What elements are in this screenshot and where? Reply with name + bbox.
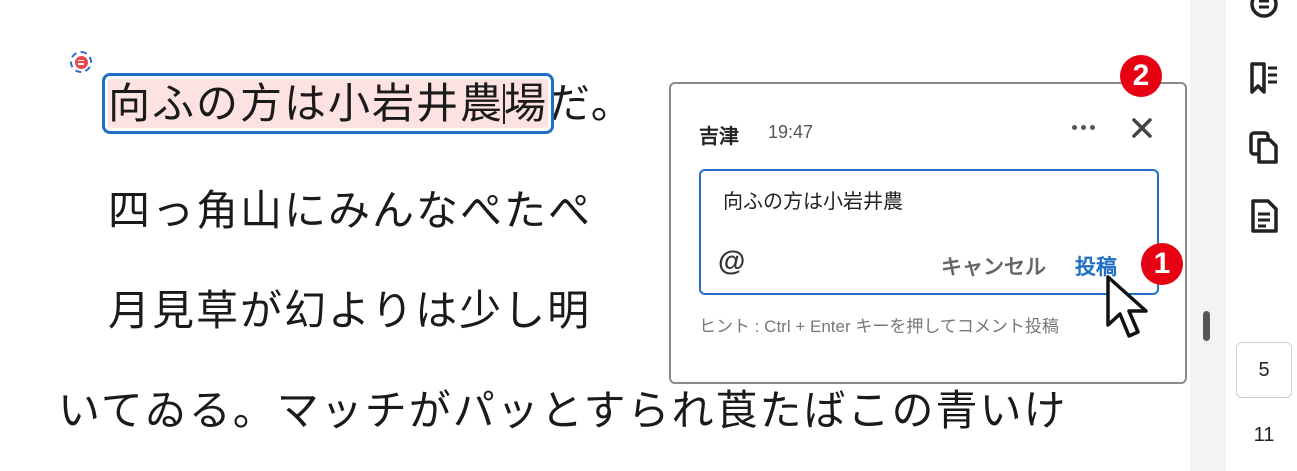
scrollbar-track[interactable] [1190, 0, 1226, 471]
comment-input-text[interactable]: 向ふの方は小岩井農 [723, 185, 903, 214]
text-line-3: 月見草が幻よりは少し明 [108, 286, 592, 335]
more-options-icon[interactable] [1068, 112, 1098, 142]
close-icon[interactable] [1128, 114, 1156, 142]
comment-marker-icon[interactable] [70, 51, 92, 73]
comments-icon[interactable] [1248, 0, 1280, 22]
page-info-icon[interactable] [1248, 198, 1280, 234]
selected-text: 向ふの方は小岩井農 [108, 79, 505, 128]
step-badge-2: 2 [1120, 55, 1162, 97]
copy-icon[interactable] [1248, 130, 1280, 166]
comment-time: 19:47 [768, 122, 814, 142]
cancel-button[interactable]: キャンセル [941, 251, 1046, 281]
line1-rest: だ。 [548, 79, 635, 128]
comment-input[interactable]: 向ふの方は小岩井農 @ キャンセル 投稿 [699, 169, 1159, 295]
bookmarks-icon[interactable] [1248, 60, 1280, 96]
current-page-box[interactable]: 5 [1236, 342, 1292, 398]
text-line-2: 四っ角山にみんなぺたぺ [108, 186, 593, 235]
mention-icon[interactable]: @ [718, 245, 745, 277]
comment-author: 吉津 [699, 126, 739, 148]
mouse-cursor-icon [1106, 275, 1148, 338]
highlighted-selection[interactable]: 向ふの方は小岩井農場 [101, 73, 555, 134]
scrollbar-thumb[interactable] [1203, 311, 1210, 341]
total-pages: 11 [1253, 424, 1275, 446]
hint-text: ヒント : Ctrl + Enter キーを押してコメント投稿 [699, 317, 1059, 336]
text-line-1: 向ふの方は小岩井農場だ。 [101, 73, 635, 134]
text-line-4: いてゐる。マッチがパッとすられ莨たばこの青いけ [58, 386, 1068, 435]
selected-text-tail: 場 [504, 79, 549, 128]
